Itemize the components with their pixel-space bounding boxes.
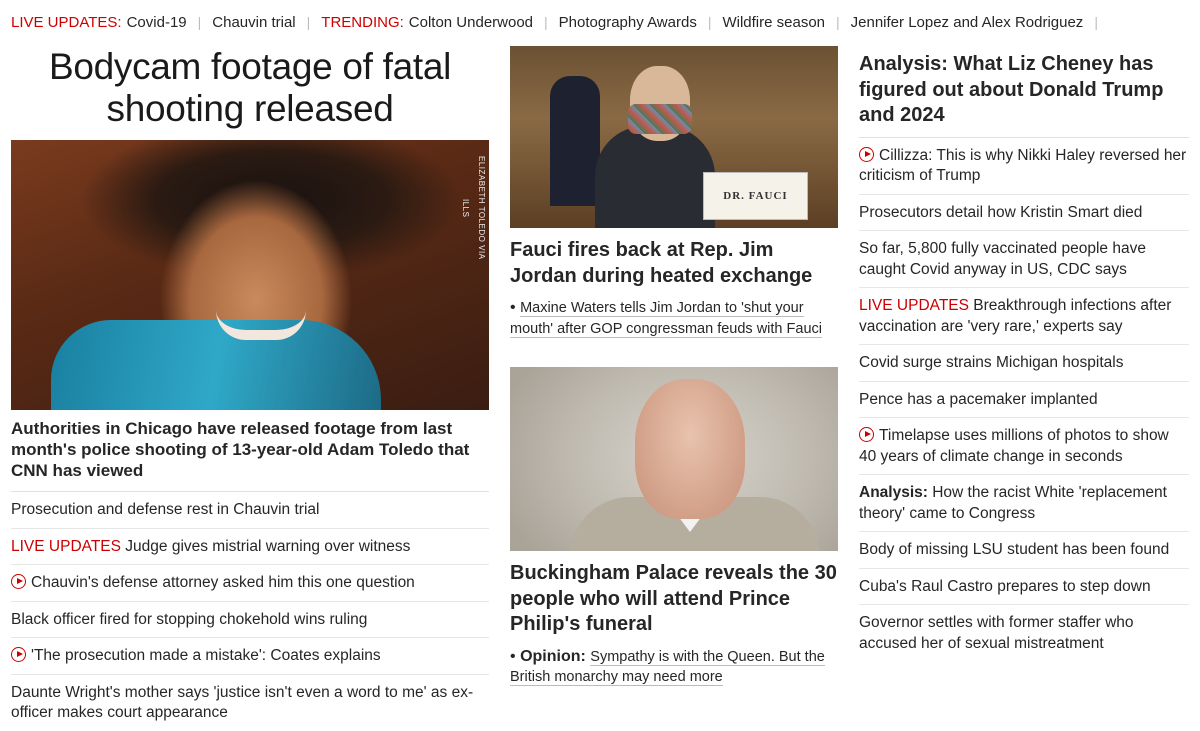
story-headline-funeral[interactable]: Buckingham Palace reveals the 30 people … [510,561,838,638]
list-item[interactable]: Timelapse uses millions of photos to sho… [859,418,1189,475]
headline-text[interactable]: Covid surge strains Michigan hospitals [859,354,1123,371]
headline-text[interactable]: 'The prosecution made a mistake': Coates… [31,647,381,664]
headline-text[interactable]: Body of missing LSU student has been fou… [859,541,1169,558]
separator: | [197,14,202,30]
list-item[interactable]: Prosecutors detail how Kristin Smart die… [859,195,1189,231]
play-video-icon [859,427,874,442]
list-item[interactable]: Cuba's Raul Castro prepares to step down [859,569,1189,605]
list-item[interactable]: 'The prosecution made a mistake': Coates… [11,638,489,675]
trending-link-wildfire[interactable]: Wildfire season [722,14,825,31]
separator: | [836,14,840,30]
chauvin-trial-link[interactable]: Chauvin trial [212,14,295,31]
headline-text[interactable]: Pence has a pacemaker implanted [859,391,1098,408]
trending-link-jlo-arod[interactable]: Jennifer Lopez and Alex Rodriguez [851,14,1084,31]
related-link[interactable]: • Opinion: Sympathy is with the Queen. B… [510,647,838,688]
analysis-label: Analysis: [859,484,928,501]
headline-text[interactable]: Cillizza: This is why Nikki Haley revers… [859,147,1186,185]
list-item[interactable]: Analysis: How the racist White 'replacem… [859,475,1189,532]
list-item[interactable]: Body of missing LSU student has been fou… [859,532,1189,569]
separator: | [544,14,548,30]
lead-story-text[interactable]: Authorities in Chicago have released foo… [11,418,489,492]
story-headline-cheney[interactable]: Analysis: What Liz Cheney has figured ou… [859,52,1189,138]
hero-photo[interactable]: ELIZABETH TOLEDO VIA ILLS [11,140,489,410]
story-headline-fauci[interactable]: Fauci fires back at Rep. Jim Jordan duri… [510,238,838,289]
photo-mask-shape [628,104,692,134]
list-item[interactable]: Cillizza: This is why Nikki Haley revers… [859,138,1189,195]
live-updates-tag: LIVE UPDATES [11,537,121,555]
list-item[interactable]: Daunte Wright's mother says 'justice isn… [11,675,489,731]
left-column: Bodycam footage of fatal shooting releas… [11,44,489,731]
opinion-label: Opinion: [520,647,586,665]
headline-text[interactable]: Chauvin's defense attorney asked him thi… [31,574,415,591]
headline-text[interactable]: Timelapse uses millions of photos to sho… [859,427,1169,465]
covid-link[interactable]: Covid-19 [127,14,187,31]
list-item[interactable]: Black officer fired for stopping chokeho… [11,602,489,638]
separator: | [306,14,311,30]
middle-column: DR. FAUCI Fauci fires back at Rep. Jim J… [510,44,838,688]
prince-philip-photo[interactable] [510,367,838,551]
headline-text[interactable]: Prosecution and defense rest in Chauvin … [11,501,319,518]
name-placard: DR. FAUCI [703,172,808,220]
list-item[interactable]: Covid surge strains Michigan hospitals [859,345,1189,382]
related-link[interactable]: • Maxine Waters tells Jim Jordan to 'shu… [510,298,838,339]
list-item[interactable]: LIVE UPDATES Judge gives mistrial warnin… [11,529,489,565]
headline-text[interactable]: Judge gives mistrial warning over witnes… [125,538,410,555]
separator: | [707,14,712,30]
list-item[interactable]: So far, 5,800 fully vaccinated people ha… [859,231,1189,288]
headline-text[interactable]: Cuba's Raul Castro prepares to step down [859,578,1151,595]
play-video-icon [859,146,874,162]
play-video-icon [11,574,26,589]
photo-jacket-shape [51,320,381,410]
live-updates-label: LIVE UPDATES: [11,13,122,31]
play-video-icon [11,647,26,662]
separator: | [1094,14,1098,30]
headline-text[interactable]: Daunte Wright's mother says 'justice isn… [11,684,473,722]
trending-bar: LIVE UPDATES: Covid-19 | Chauvin trial |… [0,0,1200,44]
list-item[interactable]: Pence has a pacemaker implanted [859,382,1189,418]
trending-link-photography[interactable]: Photography Awards [559,14,697,31]
photo-head-shape [635,379,745,519]
live-updates-tag: LIVE UPDATES [859,297,969,314]
right-column: Analysis: What Liz Cheney has figured ou… [859,44,1189,661]
headline-text[interactable]: Governor settles with former staffer who… [859,614,1134,652]
photo-background-figure [550,76,600,206]
trending-label: TRENDING: [321,13,404,31]
bullet: • [510,647,516,665]
trending-link-colton[interactable]: Colton Underwood [409,14,533,31]
headline-text[interactable]: So far, 5,800 fully vaccinated people ha… [859,240,1146,278]
main-headline[interactable]: Bodycam footage of fatal shooting releas… [11,46,489,130]
headline-text[interactable]: Prosecutors detail how Kristin Smart die… [859,204,1142,221]
photo-credit: ELIZABETH TOLEDO VIA ILLS [461,156,486,260]
related-link-text[interactable]: Maxine Waters tells Jim Jordan to 'shut … [510,300,822,338]
list-item[interactable]: LIVE UPDATES Breakthrough infections aft… [859,288,1189,345]
bullet: • [510,299,516,316]
list-item[interactable]: Chauvin's defense attorney asked him thi… [11,565,489,602]
headline-text[interactable]: Black officer fired for stopping chokeho… [11,611,367,628]
list-item[interactable]: Prosecution and defense rest in Chauvin … [11,492,489,529]
list-item[interactable]: Governor settles with former staffer who… [859,605,1189,661]
fauci-photo[interactable]: DR. FAUCI [510,46,838,228]
photo-suit-shape [595,126,715,228]
